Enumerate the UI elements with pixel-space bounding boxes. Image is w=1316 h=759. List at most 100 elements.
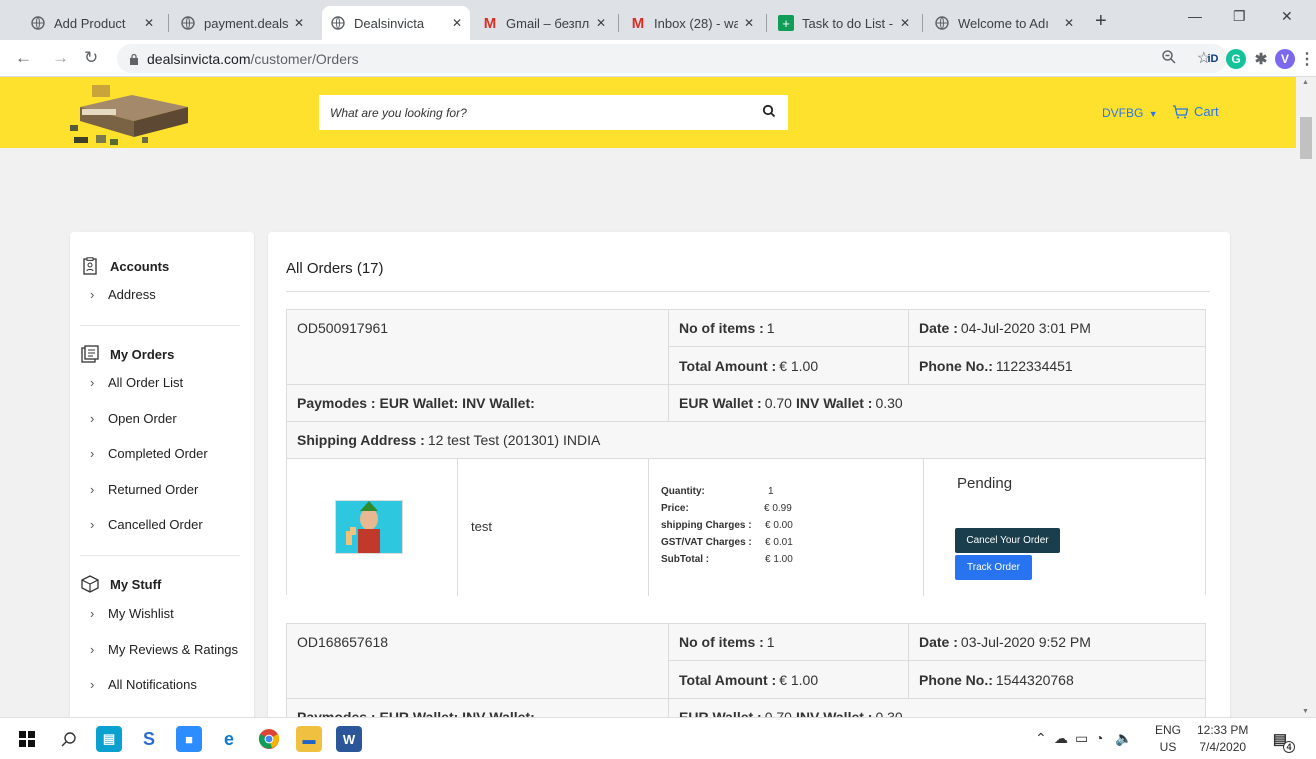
tray-overflow-icon[interactable]: ⌃ xyxy=(1035,730,1047,747)
sidebar-item-label: My Reviews & Ratings xyxy=(108,642,239,657)
account-dropdown[interactable]: DVFBG ▼ xyxy=(1102,106,1158,120)
forward-icon[interactable]: → xyxy=(52,48,69,68)
accounts-title: Accounts xyxy=(110,258,170,274)
date-label: Date : xyxy=(919,320,958,336)
subtotal-row: SubTotal : € 1.00 xyxy=(661,554,921,566)
track-order-button[interactable]: Track Order xyxy=(955,555,1032,580)
tab-inbox[interactable]: M Inbox (28) - wal ✕ xyxy=(622,6,762,40)
window-close-icon[interactable]: ✕ xyxy=(1281,8,1293,25)
tab-add-product[interactable]: Add Product ✕ xyxy=(22,6,162,40)
windows-start-icon[interactable] xyxy=(14,726,40,752)
lock-icon[interactable] xyxy=(129,53,139,65)
minimize-icon[interactable]: — xyxy=(1188,8,1202,24)
edge-icon[interactable]: e xyxy=(216,726,242,752)
shipping-label: Shipping Address : xyxy=(297,432,425,448)
items-label: No of items : xyxy=(679,320,764,336)
cart-icon xyxy=(1172,104,1188,119)
sidebar-item-all-order-list[interactable]: › All Order List xyxy=(90,375,183,390)
tab-payment[interactable]: payment.dealsin ✕ xyxy=(172,6,312,40)
tab-dealsinvicta[interactable]: Dealsinvicta ✕ xyxy=(322,6,470,40)
quantity-row: Quantity: 1 xyxy=(661,486,921,498)
reload-icon[interactable]: ↻ xyxy=(84,48,98,68)
address-bar[interactable]: dealsinvicta.com/customer/Orders ☆ xyxy=(117,44,1227,73)
store-icon[interactable]: ▤ xyxy=(96,726,122,752)
sidebar-item-cancelled-order[interactable]: › Cancelled Order xyxy=(90,517,203,532)
search-icon[interactable] xyxy=(56,726,82,752)
search-icon[interactable] xyxy=(762,104,776,121)
id-extension-icon[interactable]: iD xyxy=(1203,49,1223,69)
column-divider xyxy=(648,459,649,596)
gmail-icon: M xyxy=(631,14,645,32)
tab-gmail[interactable]: M Gmail – безплат ✕ xyxy=(474,6,614,40)
new-tab-icon[interactable]: + xyxy=(1095,10,1107,33)
sidebar-item-label: All Notifications xyxy=(108,677,197,692)
language-indicator[interactable]: ENG US xyxy=(1155,722,1181,756)
extensions-icon[interactable]: ✱ xyxy=(1251,49,1271,69)
sidebar-item-my-reviews[interactable]: › My Reviews & Ratings xyxy=(90,642,238,657)
battery-icon[interactable]: ▭ xyxy=(1075,730,1088,747)
tab-title: Add Product xyxy=(54,15,126,31)
globe-icon xyxy=(30,15,46,31)
scrollbar-thumb[interactable] xyxy=(1300,117,1312,159)
zoom-icon[interactable] xyxy=(1161,49,1177,68)
browser-tab-strip: Add Product ✕ payment.dealsin ✕ Dealsinv… xyxy=(0,0,1316,40)
sidebar-item-completed-order[interactable]: › Completed Order xyxy=(90,446,208,461)
sidebar-item-label: All Order List xyxy=(108,375,184,390)
volume-icon[interactable]: 🔈 xyxy=(1115,730,1132,747)
close-icon[interactable]: ✕ xyxy=(452,16,462,30)
back-icon[interactable]: ← xyxy=(15,48,32,68)
close-icon[interactable]: ✕ xyxy=(596,16,606,30)
eur-wallet-label: EUR Wallet : xyxy=(679,395,762,411)
chrome-icon[interactable] xyxy=(256,726,282,752)
product-name[interactable]: test xyxy=(471,519,492,534)
gst-label: GST/VAT Charges : xyxy=(661,537,752,548)
scroll-down-icon[interactable]: ▼ xyxy=(1302,708,1309,715)
tab-task-list[interactable]: + Task to do List - ✕ xyxy=(770,6,918,40)
site-logo[interactable] xyxy=(70,81,188,145)
sidebar-item-returned-order[interactable]: › Returned Order xyxy=(90,482,198,497)
page-scrollbar[interactable]: ▲ ▼ xyxy=(1296,77,1316,717)
cancel-order-button[interactable]: Cancel Your Order xyxy=(955,528,1060,553)
cart-link[interactable]: Cart xyxy=(1172,104,1219,119)
tab-title: Inbox (28) - wal xyxy=(654,15,738,31)
close-icon[interactable]: ✕ xyxy=(1064,16,1074,30)
total-cell: Total Amount : € 1.00 xyxy=(669,661,909,699)
gmail-icon: M xyxy=(483,14,497,32)
wifi-icon[interactable]: ◔ xyxy=(1095,730,1103,746)
items-cell: No of items :1 xyxy=(669,624,909,661)
close-icon[interactable]: ✕ xyxy=(900,16,910,30)
globe-icon xyxy=(934,15,950,31)
scroll-up-icon[interactable]: ▲ xyxy=(1302,79,1309,86)
tab-separator xyxy=(922,14,923,32)
sidebar-item-my-wishlist[interactable]: › My Wishlist xyxy=(90,606,174,621)
close-icon[interactable]: ✕ xyxy=(294,16,304,30)
zoom-app-icon[interactable]: ■ xyxy=(176,726,202,752)
sidebar-item-address[interactable]: › Address xyxy=(90,287,156,302)
shipping-charges-row: shipping Charges : € 0.00 xyxy=(661,520,921,532)
chevron-right-icon: › xyxy=(90,375,95,390)
system-clock[interactable]: 12:33 PM 7/4/2020 xyxy=(1197,722,1248,756)
phone-cell: Phone No.: 1122334451 xyxy=(909,347,1205,385)
chevron-right-icon: › xyxy=(90,287,95,302)
close-icon[interactable]: ✕ xyxy=(144,16,154,30)
sidebar-item-all-notifications[interactable]: › All Notifications xyxy=(90,677,197,692)
search-input[interactable]: What are you looking for? xyxy=(319,95,788,130)
grammarly-icon[interactable]: G xyxy=(1226,49,1246,69)
onedrive-icon[interactable]: ☁ xyxy=(1054,730,1068,747)
close-icon[interactable]: ✕ xyxy=(744,16,754,30)
skype-icon[interactable]: S xyxy=(136,726,162,752)
date-cell: Date :04-Jul-2020 3:01 PM xyxy=(909,310,1205,347)
tab-separator xyxy=(168,14,169,32)
restore-icon[interactable]: ❐ xyxy=(1233,8,1246,25)
globe-icon xyxy=(330,15,346,31)
product-thumbnail[interactable] xyxy=(335,500,403,554)
word-icon[interactable]: W xyxy=(336,726,362,752)
tab-welcome[interactable]: Welcome to Adı ✕ xyxy=(926,6,1082,40)
sidebar-item-open-order[interactable]: › Open Order xyxy=(90,411,177,426)
notifications-icon[interactable]: ▤ 4 xyxy=(1268,726,1295,753)
menu-kebab-icon[interactable]: ⋮ xyxy=(1297,49,1316,69)
file-explorer-icon[interactable]: ▬ xyxy=(296,726,322,752)
total-label: Total Amount : xyxy=(679,357,777,374)
tab-separator xyxy=(766,14,767,32)
profile-avatar[interactable]: V xyxy=(1275,49,1295,69)
